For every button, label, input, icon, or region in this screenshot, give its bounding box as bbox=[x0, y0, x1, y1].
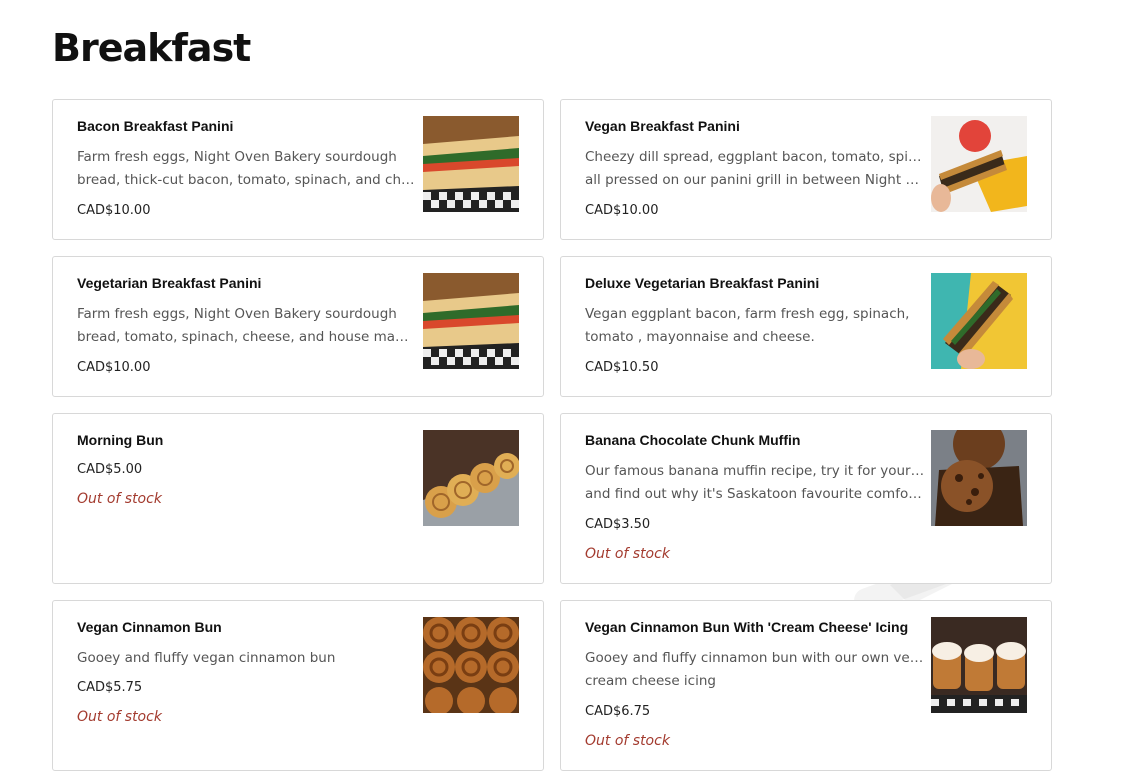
menu-item-card[interactable]: Bacon Breakfast Panini Farm fresh eggs, … bbox=[52, 99, 544, 240]
menu-item-card[interactable]: Vegan Cinnamon Bun With 'Cream Cheese' I… bbox=[560, 600, 1052, 771]
item-price: CAD$10.00 bbox=[585, 203, 659, 218]
menu-item-card[interactable]: Morning Bun CAD$5.00 Out of stock bbox=[52, 413, 544, 584]
item-description-line: all pressed on our panini grill in betwe… bbox=[585, 172, 925, 188]
item-name: Deluxe Vegetarian Breakfast Panini bbox=[585, 275, 820, 291]
item-price: CAD$3.50 bbox=[585, 517, 651, 532]
item-name: Bacon Breakfast Panini bbox=[77, 118, 234, 134]
item-description: Cheezy dill spread, eggplant bacon, toma… bbox=[585, 146, 925, 192]
item-price: CAD$10.00 bbox=[77, 360, 151, 375]
menu-item-card[interactable]: Banana Chocolate Chunk Muffin Our famous… bbox=[560, 413, 1052, 584]
item-description: Farm fresh eggs, Night Oven Bakery sourd… bbox=[77, 303, 417, 349]
cinnamon-bun-photo[interactable] bbox=[423, 617, 519, 713]
item-price: CAD$5.75 bbox=[77, 680, 143, 695]
out-of-stock-label: Out of stock bbox=[77, 709, 162, 725]
item-description: Gooey and fluffy vegan cinnamon bun bbox=[77, 647, 417, 670]
deluxe-panini-photo[interactable] bbox=[931, 273, 1027, 369]
page-title: Breakfast bbox=[52, 26, 251, 70]
item-name: Vegan Cinnamon Bun bbox=[77, 619, 222, 635]
item-description-line: cream cheese icing bbox=[585, 673, 716, 689]
item-price: CAD$10.50 bbox=[585, 360, 659, 375]
item-description-line: Our famous banana muffin recipe, try it … bbox=[585, 463, 925, 479]
menu-item-card[interactable]: Vegan Cinnamon Bun Gooey and fluffy vega… bbox=[52, 600, 544, 771]
item-description-line: Farm fresh eggs, Night Oven Bakery sourd… bbox=[77, 306, 397, 322]
item-description-line: Gooey and fluffy vegan cinnamon bun bbox=[77, 650, 336, 666]
item-price: CAD$5.00 bbox=[77, 462, 143, 477]
item-description-line: Farm fresh eggs, Night Oven Bakery sourd… bbox=[77, 149, 397, 165]
item-name: Morning Bun bbox=[77, 432, 164, 448]
item-description-line: and find out why it's Saskatoon favourit… bbox=[585, 486, 925, 502]
item-description-line: Vegan eggplant bacon, farm fresh egg, sp… bbox=[585, 306, 910, 322]
item-description: Our famous banana muffin recipe, try it … bbox=[585, 460, 925, 506]
item-name: Vegetarian Breakfast Panini bbox=[77, 275, 262, 291]
menu-item-card[interactable]: Vegan Breakfast Panini Cheezy dill sprea… bbox=[560, 99, 1052, 240]
item-description-line: bread, thick-cut bacon, tomato, spinach,… bbox=[77, 172, 417, 188]
panini-photo[interactable] bbox=[423, 116, 519, 212]
muffin-photo[interactable] bbox=[931, 430, 1027, 526]
item-description-line: bread, tomato, spinach, cheese, and hous… bbox=[77, 329, 417, 345]
item-name: Banana Chocolate Chunk Muffin bbox=[585, 432, 801, 448]
out-of-stock-label: Out of stock bbox=[585, 733, 670, 749]
iced-cinnamon-bun-photo[interactable] bbox=[931, 617, 1027, 713]
item-description-line: tomato , mayonnaise and cheese. bbox=[585, 329, 815, 345]
menu-item-card[interactable]: Deluxe Vegetarian Breakfast Panini Vegan… bbox=[560, 256, 1052, 397]
item-description: Vegan eggplant bacon, farm fresh egg, sp… bbox=[585, 303, 925, 349]
item-price: CAD$10.00 bbox=[77, 203, 151, 218]
item-price: CAD$6.75 bbox=[585, 704, 651, 719]
item-name: Vegan Cinnamon Bun With 'Cream Cheese' I… bbox=[585, 619, 909, 635]
item-description-line: Cheezy dill spread, eggplant bacon, toma… bbox=[585, 149, 925, 165]
item-description: Gooey and fluffy cinnamon bun with our o… bbox=[585, 647, 925, 693]
menu-item-card[interactable]: Vegetarian Breakfast Panini Farm fresh e… bbox=[52, 256, 544, 397]
vegan-panini-photo[interactable] bbox=[931, 116, 1027, 212]
item-name: Vegan Breakfast Panini bbox=[585, 118, 740, 134]
morning-bun-photo[interactable] bbox=[423, 430, 519, 526]
item-description: Farm fresh eggs, Night Oven Bakery sourd… bbox=[77, 146, 417, 192]
panini-photo[interactable] bbox=[423, 273, 519, 369]
out-of-stock-label: Out of stock bbox=[585, 546, 670, 562]
item-description-line: Gooey and fluffy cinnamon bun with our o… bbox=[585, 650, 925, 666]
out-of-stock-label: Out of stock bbox=[77, 491, 162, 507]
